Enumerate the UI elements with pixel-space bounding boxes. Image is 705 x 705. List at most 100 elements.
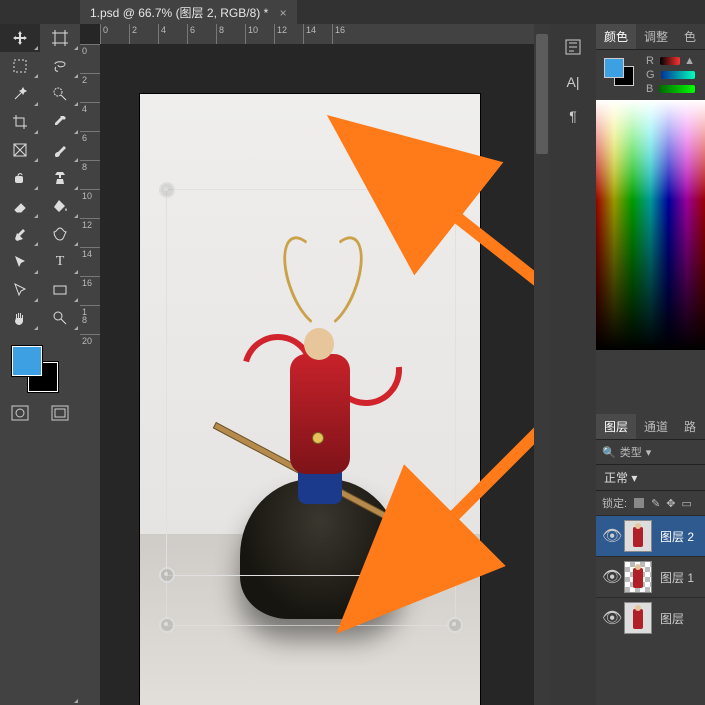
tool-rectangle[interactable] — [40, 276, 80, 304]
tool-zoom[interactable] — [40, 304, 80, 332]
screen-mode-button[interactable] — [40, 398, 80, 428]
transform-handle-bl2[interactable] — [159, 617, 175, 633]
ruler-tick: 2 — [129, 24, 158, 44]
color-spectrum[interactable] — [596, 100, 705, 350]
transform-handle-br[interactable] — [447, 567, 463, 583]
foreground-color-swatch[interactable] — [12, 346, 42, 376]
layer-row[interactable]: 👁 图层 — [596, 597, 705, 638]
tab-adjust[interactable]: 调整 — [636, 24, 676, 49]
lock-artboard-icon[interactable]: ▭ — [682, 497, 692, 510]
visibility-eye-icon[interactable]: 👁 — [602, 567, 616, 587]
label-b: B — [646, 83, 653, 95]
ruler-tick: 10 — [245, 24, 274, 44]
panel-swatch-fg[interactable] — [604, 58, 624, 78]
color-swatches[interactable] — [12, 346, 62, 392]
slider-g[interactable]: G — [640, 68, 701, 82]
tool-path-select[interactable] — [0, 248, 40, 276]
document-tab-title: 1.psd @ 66.7% (图层 2, RGB/8) * — [90, 6, 268, 20]
transform-handle-bl[interactable] — [159, 567, 175, 583]
layer-name[interactable]: 图层 2 — [660, 528, 694, 545]
ruler-tick: 12 — [80, 218, 100, 247]
label-r: R — [646, 55, 654, 67]
tool-direct-select[interactable] — [0, 276, 40, 304]
tool-lasso[interactable] — [40, 52, 80, 80]
ruler-tick: 8 — [80, 160, 100, 189]
visibility-eye-icon[interactable]: 👁 — [602, 526, 616, 546]
layers-panel: 图层 通道 路 🔍 类型 ▾ 正常 ▾ 锁定: ✎ ✥ ▭ 👁 图层 2 👁 图层 1… — [596, 414, 705, 705]
layer-thumbnail[interactable] — [624, 561, 652, 593]
visibility-eye-icon[interactable]: 👁 — [602, 608, 616, 628]
tab-color[interactable]: 颜色 — [596, 24, 636, 49]
tab-swatches[interactable]: 色 — [676, 24, 704, 49]
lock-brush-icon[interactable]: ✎ — [651, 497, 660, 510]
canvas[interactable] — [140, 94, 480, 705]
ruler-vertical[interactable]: 02468101214161820 — [80, 44, 100, 705]
tool-brush[interactable] — [40, 136, 80, 164]
tab-paths[interactable]: 路 — [676, 414, 704, 439]
ruler-tick: 10 — [80, 189, 100, 218]
chevron-down-icon: ▾ — [646, 446, 652, 459]
close-tab-icon[interactable]: × — [280, 6, 287, 20]
blend-mode-value: 正常 — [604, 471, 628, 485]
toolbox: T — [0, 24, 81, 705]
layer-filter-bar[interactable]: 🔍 类型 ▾ — [596, 440, 705, 464]
tool-artboard[interactable] — [40, 24, 80, 52]
lock-pixels-icon[interactable] — [633, 497, 645, 509]
tool-eyedropper[interactable] — [40, 108, 80, 136]
tool-clone[interactable] — [40, 164, 80, 192]
ruler-tick: 16 — [80, 276, 100, 305]
ruler-tick: 4 — [158, 24, 187, 44]
transform-bounding-box[interactable] — [166, 189, 456, 576]
tool-spot-heal[interactable] — [0, 164, 40, 192]
ruler-tick: 14 — [303, 24, 332, 44]
quick-mask-button[interactable] — [0, 398, 40, 428]
tool-quick-select[interactable] — [40, 80, 80, 108]
tool-paint-bucket[interactable] — [40, 192, 80, 220]
layer-name[interactable]: 图层 — [660, 610, 684, 627]
label-g: G — [646, 69, 655, 81]
tool-hand[interactable] — [0, 304, 40, 332]
ruler-tick: 4 — [80, 102, 100, 131]
tool-custom-shape[interactable] — [40, 220, 80, 248]
scrollbar-vertical[interactable] — [534, 24, 550, 705]
layer-row[interactable]: 👁 图层 1 — [596, 556, 705, 597]
collapsed-panel-strip: A| ¶ — [550, 24, 597, 705]
layers-panel-tabs: 图层 通道 路 — [596, 414, 705, 440]
slider-r[interactable]: R ▲ — [640, 54, 701, 68]
layer-filter-type[interactable]: 类型 — [620, 444, 642, 460]
transform-handle-br2[interactable] — [447, 617, 463, 633]
ruler-tick: 12 — [274, 24, 303, 44]
search-icon: 🔍 — [602, 446, 616, 459]
lock-move-icon[interactable]: ✥ — [666, 497, 675, 510]
ruler-tick: 2 — [80, 73, 100, 102]
document-tab[interactable]: 1.psd @ 66.7% (图层 2, RGB/8) * × — [80, 0, 297, 25]
slider-b[interactable]: B — [640, 82, 701, 96]
canvas-stage: 0246810121416 02468101214161820 — [80, 24, 550, 705]
tool-type[interactable]: T — [40, 248, 80, 276]
character-panel-icon[interactable]: A| — [567, 74, 580, 90]
layer-row[interactable]: 👁 图层 2 — [596, 515, 705, 556]
paragraph-panel-icon[interactable]: ¶ — [569, 108, 577, 124]
history-panel-icon[interactable] — [564, 38, 582, 56]
tool-move[interactable] — [0, 24, 40, 52]
panel-color-swatches[interactable] — [604, 58, 636, 84]
tool-marquee[interactable] — [0, 52, 40, 80]
tab-layers[interactable]: 图层 — [596, 414, 636, 439]
tool-wand[interactable] — [0, 80, 40, 108]
ruler-horizontal[interactable]: 0246810121416 — [100, 24, 534, 44]
layer-thumbnail[interactable] — [624, 520, 652, 552]
ruler-tick: 18 — [80, 305, 100, 334]
transform-handle-tr[interactable] — [447, 182, 463, 198]
tool-eraser[interactable] — [0, 192, 40, 220]
layer-name[interactable]: 图层 1 — [660, 569, 694, 586]
tool-crop[interactable] — [0, 108, 40, 136]
ruler-tick: 14 — [80, 247, 100, 276]
tool-pen[interactable] — [0, 220, 40, 248]
layer-thumbnail[interactable] — [624, 602, 652, 634]
blend-mode-select[interactable]: 正常 ▾ — [596, 464, 705, 490]
tab-channels[interactable]: 通道 — [636, 414, 676, 439]
transform-handle-tl[interactable] — [159, 182, 175, 198]
tool-frame[interactable] — [0, 136, 40, 164]
scrollbar-thumb[interactable] — [536, 34, 548, 154]
lock-label: 锁定: — [602, 495, 627, 511]
